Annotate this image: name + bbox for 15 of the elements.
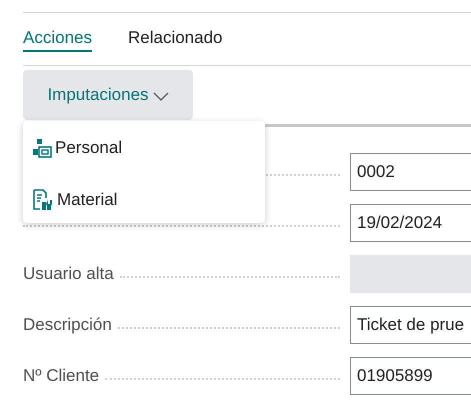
imputaciones-button[interactable]: Imputaciones (23, 70, 193, 120)
menu-item[interactable]: Personal (31, 130, 265, 166)
field-label: Usuario alta (23, 263, 114, 286)
input-field[interactable]: 01905899 (350, 357, 471, 395)
tab[interactable]: Acciones (23, 27, 92, 52)
input-field[interactable]: Ticket de prue (350, 306, 471, 344)
tab[interactable]: Relacionado (128, 27, 222, 52)
chevron-down-icon (152, 92, 169, 100)
field-label: Descripción (23, 314, 112, 336)
menu-item[interactable]: Material (31, 182, 265, 218)
input-field[interactable]: 19/02/2024 (350, 204, 471, 242)
input-field[interactable]: 0002 (350, 153, 471, 191)
document-tools-icon (31, 188, 55, 212)
person-card-icon (31, 137, 53, 159)
field-label: Nº Cliente (23, 365, 100, 388)
